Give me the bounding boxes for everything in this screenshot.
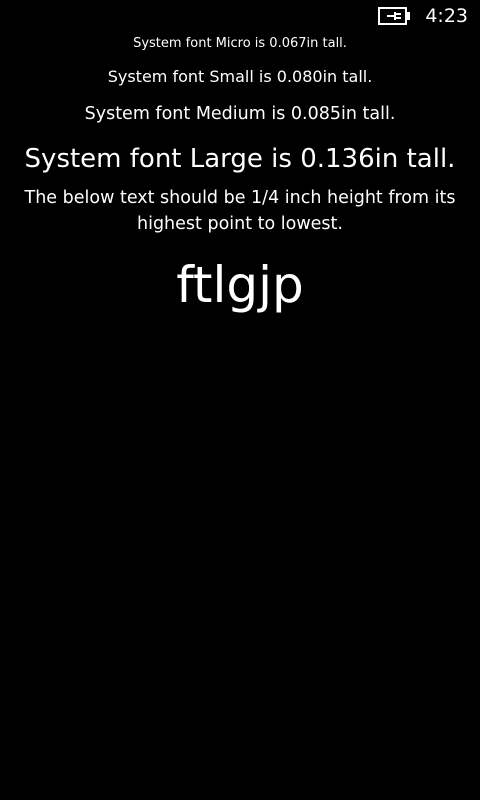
micro-font-label: System font Micro is 0.067in tall. — [133, 36, 347, 51]
medium-font-label: System font Medium is 0.085in tall. — [84, 104, 396, 124]
battery-charging-icon — [378, 7, 412, 25]
status-bar: 4:23 — [0, 0, 480, 32]
status-time: 4:23 — [425, 5, 468, 27]
sample-text: ftlgjp — [176, 256, 304, 314]
small-font-label: System font Small is 0.080in tall. — [107, 67, 373, 86]
large-font-label: System font Large is 0.136in tall. — [24, 144, 456, 174]
instruction-text: The below text should be 1/4 inch height… — [24, 188, 456, 234]
